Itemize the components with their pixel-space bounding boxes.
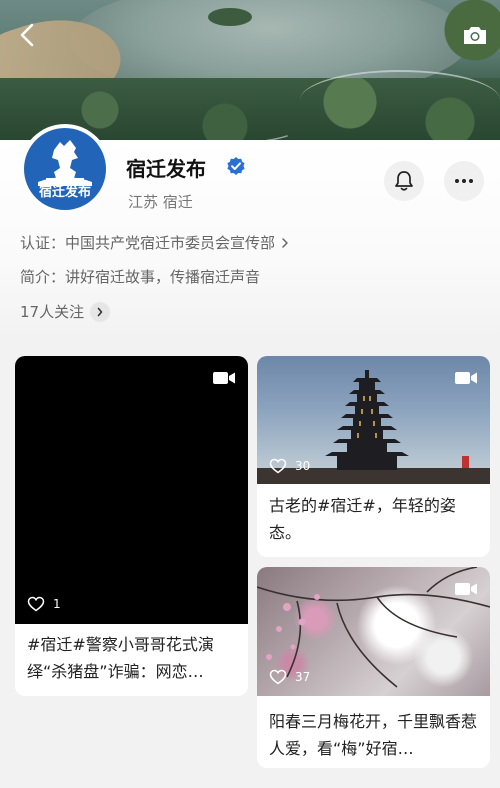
change-cover-button[interactable]: [460, 20, 490, 50]
post-title: #宿迁#警察小哥哥花式演绎“杀猪盘”诈骗：网恋…: [27, 635, 214, 681]
cover-island: [208, 8, 252, 26]
chevron-right-icon: [90, 301, 111, 322]
intro-row: 简介：讲好宿迁故事，传播宿迁声音: [20, 266, 260, 287]
certification-row[interactable]: 认证：中国共产党宿迁市委员会宣传部: [20, 232, 289, 253]
more-options-button[interactable]: [444, 161, 484, 201]
account-name: 宿迁发布: [126, 157, 206, 181]
subscribe-bell-button[interactable]: [384, 161, 424, 201]
verified-badge-icon: [227, 157, 245, 175]
heart-icon: [269, 458, 287, 474]
back-arrow-icon: [20, 23, 34, 47]
post-thumbnail: 30: [257, 356, 490, 484]
back-button[interactable]: [12, 20, 42, 50]
bell-icon: [395, 171, 413, 191]
avatar[interactable]: 宿迁发布: [20, 124, 110, 214]
camera-icon: [464, 27, 486, 44]
following-row[interactable]: 17人关注: [20, 301, 111, 322]
intro-text: 简介：讲好宿迁故事，传播宿迁声音: [20, 268, 261, 286]
avatar-label: 宿迁发布: [38, 185, 91, 200]
cover-road: [300, 70, 500, 130]
post-card[interactable]: 37 阳春三月梅花开，千里飘香惹人爱，看“梅”好宿…: [257, 567, 490, 768]
like-count-value: 1: [53, 597, 61, 611]
post-thumbnail: 37: [257, 567, 490, 696]
more-dots-icon: [455, 179, 473, 183]
post-title: 阳春三月梅花开，千里飘香惹人爱，看“梅”好宿…: [269, 712, 478, 758]
post-title: 古老的#宿迁#，年轻的姿态。: [269, 496, 456, 542]
post-card[interactable]: 30 古老的#宿迁#，年轻的姿态。: [257, 356, 490, 557]
certification-text: 认证：中国共产党宿迁市委员会宣传部: [20, 234, 276, 252]
cover-image: [0, 0, 500, 146]
heart-icon: [27, 596, 45, 612]
avatar-logo: 宿迁发布: [24, 128, 106, 210]
following-count: 17人关注: [20, 303, 85, 321]
like-count: 30: [269, 458, 310, 474]
account-location: 江苏 宿迁: [128, 193, 193, 211]
video-camera-icon: [455, 583, 477, 595]
post-card[interactable]: 1 #宿迁#警察小哥哥花式演绎“杀猪盘”诈骗：网恋…: [15, 356, 248, 696]
video-camera-icon: [213, 372, 235, 384]
heart-icon: [269, 669, 287, 685]
like-count-value: 37: [295, 670, 311, 684]
video-camera-icon: [455, 372, 477, 384]
like-count: 1: [27, 596, 61, 612]
post-thumbnail: 1: [15, 356, 248, 624]
like-count: 37: [269, 669, 310, 685]
like-count-value: 30: [295, 459, 311, 473]
chevron-right-icon: [281, 237, 289, 249]
